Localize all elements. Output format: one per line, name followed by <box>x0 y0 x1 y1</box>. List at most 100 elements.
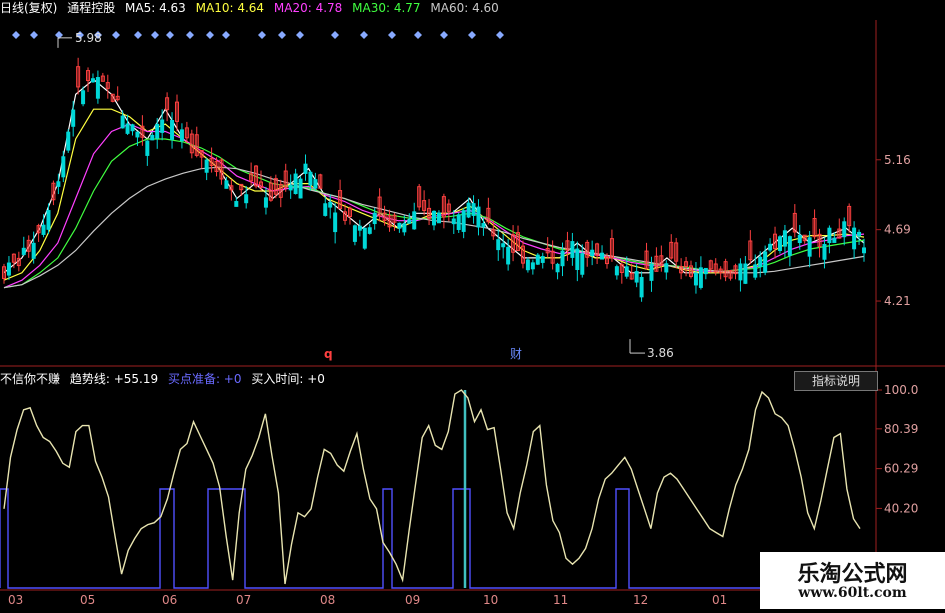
time-tick-label: 05 <box>80 593 95 607</box>
event-diamond-marker <box>388 31 396 39</box>
indicator-tick-label: 40.20 <box>884 501 918 515</box>
candle-body <box>293 173 298 195</box>
candle-body <box>580 253 585 275</box>
event-diamond-marker <box>331 31 339 39</box>
event-diamond-marker <box>414 31 422 39</box>
candle-body <box>461 210 466 232</box>
candle-body <box>530 262 535 270</box>
candle-body <box>827 227 832 244</box>
event-diamond-marker <box>12 31 20 39</box>
event-diamond-marker <box>296 31 304 39</box>
candle-body <box>328 202 333 208</box>
candle-body <box>41 224 46 235</box>
event-diamond-marker <box>30 31 38 39</box>
time-tick-label: 12 <box>633 593 648 607</box>
candle-body <box>471 203 476 216</box>
candle-body <box>738 263 743 281</box>
candle-body <box>323 203 328 216</box>
high-value-label: 5.98 <box>75 31 102 45</box>
indicator-header: 不信你不赚 趋势线: +55.19 买点准备: +0 买入时间: +0 <box>0 371 331 387</box>
candle-body <box>407 219 412 224</box>
candle-body <box>367 227 372 234</box>
event-diamond-marker <box>151 31 159 39</box>
buy-time-value: 买入时间: +0 <box>251 372 325 386</box>
candle-body <box>698 267 703 288</box>
candle-body <box>768 243 773 251</box>
candle-body <box>61 156 66 178</box>
candle-body <box>412 211 417 230</box>
candle-body <box>150 134 155 141</box>
candle-body <box>797 234 802 244</box>
candle-body <box>234 201 239 207</box>
ma10-value: MA10: 4.64 <box>195 1 265 15</box>
moving-average-line <box>3 78 865 274</box>
candle-body <box>560 250 565 267</box>
watermark-url: www.60lt.com <box>798 585 907 601</box>
candle-body <box>743 263 748 284</box>
candle-body <box>832 237 837 243</box>
price-tick-label: 4.69 <box>884 223 911 237</box>
candle-body <box>693 272 698 286</box>
candle-body <box>600 252 605 260</box>
period-label: 日线(复权) <box>0 1 58 15</box>
candle-body <box>555 263 560 273</box>
event-diamond-marker <box>206 31 214 39</box>
price-tick-label: 5.16 <box>884 153 911 167</box>
watermark-title: 乐淘公式网 <box>797 561 908 587</box>
candle-body <box>125 123 130 134</box>
ma5-value: MA5: 4.63 <box>125 1 186 15</box>
candle-body <box>204 159 209 173</box>
candle-body <box>130 124 135 132</box>
candle-body <box>857 231 862 237</box>
candle-body <box>288 184 293 191</box>
candle-body <box>639 276 644 298</box>
indicator-name: 不信你不赚 <box>0 372 61 386</box>
candle-body <box>664 263 669 273</box>
event-diamond-marker <box>258 31 266 39</box>
candle-body <box>649 263 654 281</box>
indicator-tick-label: 60.29 <box>884 462 918 476</box>
candle-body <box>352 225 357 242</box>
candle-body <box>263 197 268 208</box>
watermark: 乐淘公式网 www.60lt.com <box>760 552 945 609</box>
stock-chart-area[interactable]: 5.16 4.69 4.21 5.98 3.86 q 财 100.0 80.39 60.29 40.… <box>0 0 945 609</box>
candle-body <box>540 256 545 263</box>
candle-body <box>501 243 506 248</box>
ma30-value: MA30: 4.77 <box>352 1 421 15</box>
candle-body <box>535 254 540 265</box>
time-tick-label: 03 <box>8 593 23 607</box>
candle-body <box>862 247 866 254</box>
candle-body <box>782 230 787 247</box>
candle-body <box>71 109 76 127</box>
candle-body <box>66 131 71 151</box>
ma20-value: MA20: 4.78 <box>273 1 343 15</box>
candle-body <box>807 237 812 257</box>
event-diamond-marker <box>222 31 230 39</box>
ma60-value: MA60: 4.60 <box>430 1 499 15</box>
event-diamond-marker <box>440 31 448 39</box>
candle-body <box>590 249 595 257</box>
candle-body <box>570 241 575 258</box>
candle-body <box>135 131 140 138</box>
candle-body <box>842 221 847 238</box>
candle-body <box>496 239 501 251</box>
candle-body <box>145 140 150 156</box>
candle-body <box>397 222 402 229</box>
candle-body <box>170 120 175 140</box>
candle-body <box>298 178 303 199</box>
stock-chart-svg[interactable]: 5.16 4.69 4.21 5.98 3.86 q 财 100.0 80.39 60.29 40.… <box>0 0 945 609</box>
candle-body <box>224 180 229 189</box>
candle-body <box>81 90 86 105</box>
candle-body <box>244 194 249 204</box>
candle-body <box>436 212 441 224</box>
indicator-tick-label: 80.39 <box>884 422 918 436</box>
indicator-help-button[interactable]: 指标说明 <box>794 371 878 391</box>
finance-marker: 财 <box>510 347 522 361</box>
price-chart-header: 日线(复权) 通程控股 MA5: 4.63 MA10: 4.64 MA20: 4… <box>0 0 505 16</box>
candle-body <box>357 225 362 231</box>
candle-body <box>525 259 530 271</box>
candle-body <box>372 212 377 225</box>
candle-body <box>614 266 619 276</box>
low-value-label: 3.86 <box>647 346 674 360</box>
time-tick-label: 11 <box>553 593 568 607</box>
